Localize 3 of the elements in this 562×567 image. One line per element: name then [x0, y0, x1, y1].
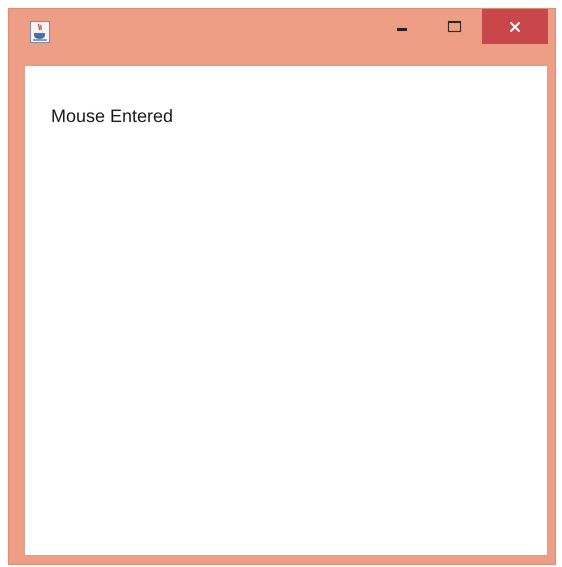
close-icon	[509, 20, 521, 32]
status-label: Mouse Entered	[51, 106, 174, 126]
coffee-cup-icon	[30, 21, 50, 43]
